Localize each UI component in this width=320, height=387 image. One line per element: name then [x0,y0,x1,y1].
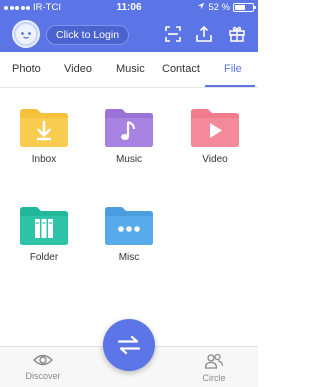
tab-video[interactable]: Video [64,63,92,75]
tab-music[interactable]: Music [116,63,145,75]
folder-label: Inbox [31,154,57,165]
tab-photo[interactable]: Photo [12,63,41,75]
nav-circle[interactable]: Circle [189,353,239,383]
folder-icon [105,109,153,147]
nav-label: Discover [25,371,61,381]
category-tabs: Photo Video Music Contact File [0,52,258,88]
tab-contact[interactable]: Contact [162,63,200,75]
location-arrow-icon [197,2,205,13]
folder-video[interactable]: Video [185,106,245,165]
active-tab-indicator [205,85,255,87]
folder-icon [20,207,68,245]
folder-folder[interactable]: Folder [14,204,74,263]
gift-icon[interactable] [228,25,246,43]
folder-icon [105,207,153,245]
folder-inbox[interactable]: Inbox [14,106,74,165]
tab-file[interactable]: File [224,63,242,75]
nav-discover[interactable]: Discover [18,353,68,381]
scan-icon[interactable] [164,25,182,43]
swap-arrows-icon [117,335,141,355]
battery-icon [233,3,256,12]
folder-label: Misc [118,252,140,263]
eye-icon [33,354,53,366]
nav-label: Circle [202,373,226,383]
login-button[interactable]: Click to Login [46,25,130,45]
status-bar: IR-TCI 11:06 52 % [0,0,258,14]
folder-music[interactable]: Music [99,106,159,165]
folder-misc[interactable]: Misc [99,204,159,263]
header-bar: IR-TCI 11:06 52 % Click to Login [0,0,258,52]
transfer-button[interactable] [103,319,155,371]
folder-icon [20,109,68,147]
battery-percent: 52 % [208,2,230,13]
people-icon [204,353,224,369]
folder-icon [191,109,239,147]
ghost-face-icon [16,24,36,44]
upload-icon[interactable] [195,25,213,43]
battery-status: 52 % [197,2,256,13]
folder-label: Video [202,154,228,165]
folder-label: Music [115,154,143,165]
folder-label: Folder [29,252,59,263]
avatar[interactable] [12,20,40,48]
